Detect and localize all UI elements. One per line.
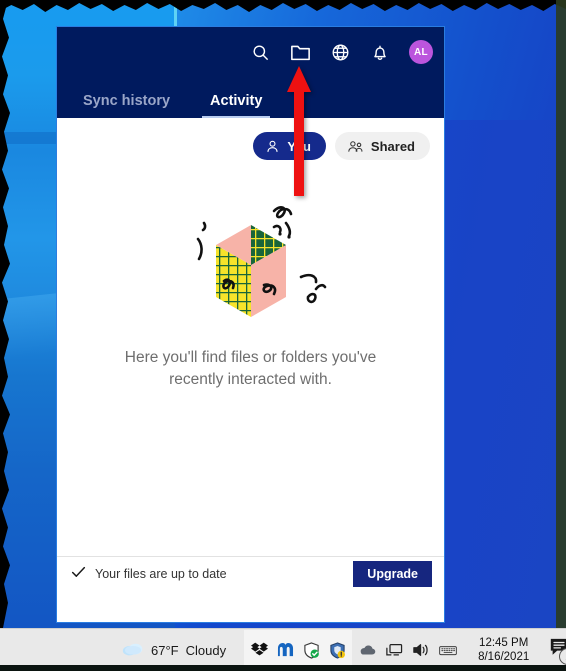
filter-pill-group: You Shared [253, 132, 430, 160]
weather-condition: Cloudy [185, 642, 227, 658]
filter-pill-shared-label: Shared [370, 138, 415, 154]
upgrade-button[interactable]: Upgrade [353, 560, 432, 587]
clock-date: 8/16/2021 [478, 651, 530, 663]
window-footer: Your files are up to date Upgrade [57, 556, 444, 590]
bell-icon[interactable] [369, 41, 391, 63]
weather-temperature: 67°F [151, 642, 179, 658]
shield-warning-icon[interactable] [328, 641, 346, 659]
onedrive-activity-window: AL Sync history Activity Shared Here you… [56, 26, 445, 623]
tray-overflow-group [244, 630, 353, 670]
clock-time: 12:45 PM [479, 636, 529, 649]
empty-state: Here you'll find files or folders you've… [57, 193, 444, 391]
tab-sync-history[interactable]: Sync history [75, 87, 178, 118]
sync-status: Your files are up to date [71, 565, 227, 582]
tab-activity[interactable]: Activity [202, 87, 271, 118]
malwarebytes-icon[interactable] [276, 641, 294, 659]
folder-icon[interactable] [289, 41, 311, 63]
volume-icon[interactable] [412, 641, 430, 659]
weather-widget[interactable]: 67°F Cloudy [122, 641, 226, 660]
cloud-icon [122, 641, 144, 660]
window-body: You Shared [57, 118, 444, 590]
tab-bar: Sync history Activity [75, 87, 271, 118]
network-icon[interactable] [385, 641, 403, 659]
avatar[interactable]: AL [409, 40, 433, 64]
globe-icon[interactable] [329, 41, 351, 63]
torn-right-edge [556, 0, 566, 628]
tab-activity-label: Activity [210, 93, 263, 109]
system-tray: 12:45 PM 8/16/2021 1 [358, 636, 566, 665]
windows-taskbar: 67°F Cloudy 12:45 PM 8/16/2021 [0, 628, 566, 671]
clock[interactable]: 12:45 PM 8/16/2021 [478, 636, 529, 665]
notification-badge: 1 [559, 648, 566, 665]
check-icon [71, 565, 86, 582]
empty-state-message: Here you'll find files or folders you've… [124, 349, 377, 388]
keyboard-icon[interactable] [439, 641, 457, 659]
cube-scribble-illustration [156, 193, 346, 333]
sync-status-label: Your files are up to date [95, 566, 227, 581]
dropbox-icon[interactable] [250, 641, 268, 659]
onedrive-cloud-icon[interactable] [358, 641, 376, 659]
search-icon[interactable] [249, 41, 271, 63]
header-icon-bar: AL [249, 40, 433, 64]
taskbar-bottom-edge [0, 665, 566, 671]
filter-pill-shared[interactable]: Shared [334, 132, 430, 160]
tab-sync-history-label: Sync history [83, 93, 171, 109]
notification-icon[interactable]: 1 [548, 637, 566, 665]
window-header: AL Sync history Activity [57, 27, 444, 118]
red-up-arrow-annotation [287, 66, 311, 196]
avatar-initials: AL [414, 46, 428, 58]
people-icon [347, 139, 364, 154]
person-icon [265, 139, 280, 154]
screenshot-root: AL Sync history Activity Shared Here you… [0, 0, 566, 671]
security-shield-icon[interactable] [302, 641, 320, 659]
